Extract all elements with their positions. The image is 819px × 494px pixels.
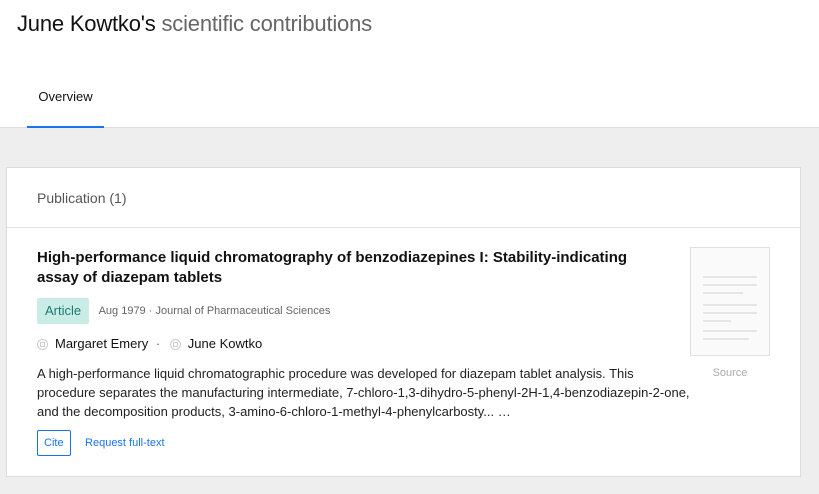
publication-meta-row: Article Aug 1979 · Journal of Pharmaceut… — [37, 298, 330, 324]
page-title-rest: scientific contributions — [161, 11, 373, 36]
cite-button[interactable]: Cite — [37, 430, 71, 456]
author-avatar-icon — [169, 339, 181, 351]
thumbnail-line — [703, 276, 757, 278]
thumbnail-line — [703, 292, 743, 294]
page-title: June Kowtko's scientific contributions — [17, 11, 372, 37]
thumbnail-line — [703, 312, 757, 314]
publication-actions: Cite Request full-text — [37, 430, 165, 456]
tab-overview[interactable]: Overview — [27, 80, 104, 128]
publications-card-header: Publication (1) — [7, 168, 800, 228]
request-full-text-link[interactable]: Request full-text — [85, 437, 164, 449]
author-link[interactable]: Margaret Emery — [37, 336, 148, 351]
publication-type-badge: Article — [37, 298, 90, 324]
document-preview-thumbnail[interactable] — [690, 247, 770, 356]
publication-date-journal: Aug 1979 · Journal of Pharmaceutical Sci… — [98, 305, 331, 317]
author-name: June Kowtko — [187, 336, 263, 352]
author-name: Margaret Emery — [55, 336, 149, 352]
thumbnail-line — [703, 320, 731, 322]
thumbnail-line — [703, 304, 757, 306]
page-title-name: June Kowtko's — [17, 11, 156, 36]
thumbnail-line — [703, 338, 749, 340]
publications-heading: Publication (1) — [37, 190, 127, 206]
publication-abstract: A high-performance liquid chromatographi… — [37, 366, 690, 419]
author-link[interactable]: June Kowtko — [169, 336, 263, 352]
publications-card: Publication (1) High-performance liquid … — [6, 167, 801, 477]
publication-authors: Margaret Emery · June Kowtko — [37, 335, 262, 353]
source-label: Source — [712, 367, 748, 379]
author-separator: · — [155, 336, 161, 352]
page-header: June Kowtko's scientific contributions O… — [0, 0, 819, 128]
thumbnail-line — [703, 284, 757, 286]
author-avatar-icon — [37, 339, 48, 351]
thumbnail-line — [703, 330, 757, 332]
publication-title[interactable]: High-performance liquid chromatography o… — [37, 248, 657, 288]
